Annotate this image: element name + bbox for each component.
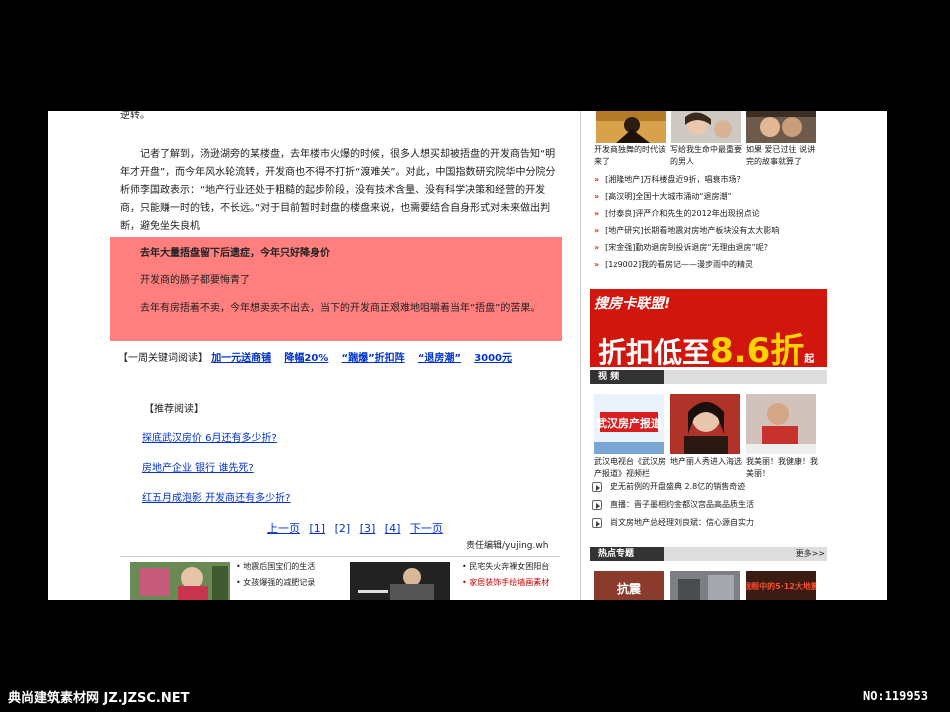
video-thumbnail-3[interactable]: [746, 394, 816, 454]
keyword-link-1[interactable]: 加一元送商铺: [211, 353, 271, 364]
news-item-2[interactable]: » [高汉明]全国十大城市涌动“退房潮”: [594, 191, 732, 202]
sidebar: 开发商独舞的时代该来了 写给我生命中最重要的男人 如果 爱已过往 说讲完的故事就…: [588, 111, 887, 600]
news-item-4[interactable]: » [地产研究]长期看地震对房地产板块没有太大影响: [594, 225, 779, 236]
arrow-icon: »: [594, 260, 600, 269]
news-item-text: [付泰良]评严介和先生的2012年出现拐点论: [605, 209, 760, 218]
keyword-reading: 【一周关键词阅读】 加一元送商铺 降幅20% “踹爆”折扣阵 “退房潮” 300…: [118, 350, 558, 367]
article-paragraph-fragment: 逆转。: [120, 111, 150, 121]
next-page-link[interactable]: 下一页: [410, 522, 443, 535]
thumbnail-kiss[interactable]: [746, 111, 816, 143]
hot-thumbnail-3[interactable]: 我眼中的5·12大地震: [746, 571, 816, 600]
keyword-link-3[interactable]: “踹爆”折扣阵: [342, 353, 405, 364]
thumbnail-couple[interactable]: [671, 111, 741, 143]
recommend-link-2[interactable]: 房地产企业 银行 谁先死?: [142, 459, 254, 474]
video-link-3[interactable]: 尚文房地产总经理刘良斌：信心源自实力: [592, 517, 754, 528]
news-item-text: [宋金强]勤劝退房到投诉退房“无理由退房”呢？: [605, 243, 772, 252]
thumbnail-caption-3[interactable]: 如果 爱已过往 说讲完的故事就算了: [746, 144, 822, 168]
article-paragraph: 记者了解到，汤逊湖旁的某楼盘，去年楼市火爆的时候，很多人想买却被捂盘的开发商告知…: [120, 149, 556, 232]
news-item-6[interactable]: » [1z9002]我的看房记——漫步雨中的精灵: [594, 259, 753, 270]
video-link-2[interactable]: 直播：晋子墨相约金都汉宫品高品质生活: [592, 499, 754, 510]
hot-topics-header: 热点专题 更多>>: [590, 547, 827, 561]
editor-credit: 责任编辑/yujing.wh: [466, 541, 549, 551]
keyword-link-2[interactable]: 降幅20%: [284, 353, 328, 364]
highlight-box: 去年大量捂盘留下后遗症，今年只好降身价 开发商的肠子都要悔青了 去年有房捂着不卖…: [110, 237, 562, 341]
highlight-text: 去年有房捂着不卖，今年想卖卖不出去，当下的开发商正艰难地咀嚼着当年“捂盘”的苦果…: [140, 303, 541, 314]
video-caption-3[interactable]: 我美丽！我健康！我美丽！: [746, 456, 818, 480]
arrow-icon: »: [594, 243, 600, 252]
watermark-site-name: 典尚建筑素材网 JZ.JZSC.NET: [8, 691, 190, 706]
video-section-title: 视 频: [590, 370, 664, 384]
article-column: 逆转。 记者了解到，汤逊湖旁的某楼盘，去年楼市火爆的时候，很多人想买却被捂盘的开…: [48, 111, 581, 600]
related-link-b1[interactable]: • 民宅失火奔裸女困阳台: [462, 560, 549, 574]
watermark-number: NO:119953: [862, 689, 928, 703]
video-link-text: 尚文房地产总经理刘良斌：信心源自实力: [610, 518, 754, 527]
hot-thumbnail-1[interactable]: 抗震: [594, 571, 664, 600]
video-link-text: 直播：晋子墨相约金都汉宫品高品质生活: [610, 500, 754, 509]
recommend-link-3[interactable]: 红五月成泡影 开发商还有多少折?: [142, 489, 291, 504]
video-caption-2[interactable]: 地产丽人秀进入海选: [670, 456, 742, 468]
keyword-link-5[interactable]: 3000元: [474, 353, 512, 364]
related-link-b2[interactable]: • 家居装饰手绘墙画素材: [462, 576, 549, 590]
arrow-icon: »: [594, 226, 600, 235]
thumbnail-dancer[interactable]: [596, 111, 666, 143]
news-item-text: [1z9002]我的看房记——漫步雨中的精灵: [605, 260, 754, 269]
arrow-icon: »: [594, 192, 600, 201]
highlight-title: 去年大量捂盘留下后遗症，今年只好降身价: [140, 248, 330, 259]
video-link-1[interactable]: 史无前例的开盘盛典 2.8亿的销售奇迹: [592, 481, 745, 492]
ad-headline: 折扣低至8.6折起: [598, 323, 814, 367]
keyword-prefix: 【一周关键词阅读】: [118, 353, 208, 364]
page-current-2: [2]: [334, 522, 351, 535]
play-icon: [592, 481, 602, 492]
photo-thumbnail-woman[interactable]: [350, 562, 450, 600]
news-item-1[interactable]: » [湘隆地产]万科楼盘近9折，唱衰市场？: [594, 174, 745, 185]
video-link-text: 史无前例的开盘盛典 2.8亿的销售奇迹: [610, 482, 746, 491]
recommend-link-1[interactable]: 探底武汉房价 6月还有多少折?: [142, 429, 277, 444]
video-thumbnail-2[interactable]: [670, 394, 740, 454]
ad-text-suffix: 起: [804, 354, 815, 365]
video-tag-text: 武汉房产报道: [596, 416, 662, 430]
arrow-icon: »: [594, 209, 600, 218]
news-item-text: [地产研究]长期看地震对房地产板块没有太大影响: [605, 226, 780, 235]
news-item-5[interactable]: » [宋金强]勤劝退房到投诉退房“无理由退房”呢？: [594, 242, 772, 253]
page-link-3[interactable]: [3]: [360, 522, 376, 535]
video-caption-1[interactable]: 武汉电视台《武汉房产报道》视频栏: [594, 456, 666, 480]
thumbnail-caption-2[interactable]: 写给我生命中最重要的男人: [670, 144, 746, 168]
news-item-text: [高汉明]全国十大城市涌动“退房潮”: [605, 192, 732, 201]
hot-topics-more-link[interactable]: 更多>>: [796, 548, 825, 559]
ad-logo: 搜房卡联盟!: [594, 296, 671, 312]
play-icon: [592, 517, 602, 528]
highlight-subtitle: 开发商的肠子都要悔青了: [140, 275, 250, 286]
discount-ad-banner[interactable]: 搜房卡联盟! 折扣低至8.6折起: [590, 289, 827, 367]
hot-thumbnail-label-3: 我眼中的5·12大地震: [746, 581, 816, 591]
hot-thumbnail-label-1: 抗震: [617, 581, 642, 596]
thumbnail-caption-1[interactable]: 开发商独舞的时代该来了: [594, 144, 670, 168]
related-link-a2[interactable]: • 女孩爆强的减肥记录: [236, 576, 315, 590]
ad-discount-value: 8.6折: [710, 331, 805, 367]
news-item-3[interactable]: » [付泰良]评严介和先生的2012年出现拐点论: [594, 208, 760, 219]
video-section-header: 视 频: [590, 370, 827, 384]
related-link-a1[interactable]: • 地震后国宝们的生活: [236, 560, 315, 574]
photo-thumbnail-panda[interactable]: [130, 562, 230, 600]
arrow-icon: »: [594, 175, 600, 184]
ad-text-prefix: 折扣低至: [598, 336, 711, 367]
webpage-viewport: 逆转。 记者了解到，汤逊湖旁的某楼盘，去年楼市火爆的时候，很多人想买却被捂盘的开…: [48, 111, 887, 600]
news-item-text: [湘隆地产]万科楼盘近9折，唱衰市场？: [605, 175, 745, 184]
page-link-4[interactable]: [4]: [385, 522, 401, 535]
hot-thumbnail-2[interactable]: [670, 571, 740, 600]
video-thumbnail-1[interactable]: 武汉房产报道: [594, 394, 664, 454]
recommend-title: 【推荐阅读】: [144, 404, 204, 415]
keyword-link-4[interactable]: “退房潮”: [418, 353, 461, 364]
hot-topics-title: 热点专题: [590, 547, 664, 561]
prev-page-link[interactable]: 上一页: [267, 522, 300, 535]
page-link-1[interactable]: [1]: [310, 522, 326, 535]
bottom-related-strip: • 地震后国宝们的生活 • 女孩爆强的减肥记录 • 民宅失火奔裸女困阳台 • 家…: [120, 556, 560, 600]
play-icon: [592, 499, 602, 510]
pagination: 上一页 [1] [2] [3] [4] 下一页: [267, 520, 449, 536]
